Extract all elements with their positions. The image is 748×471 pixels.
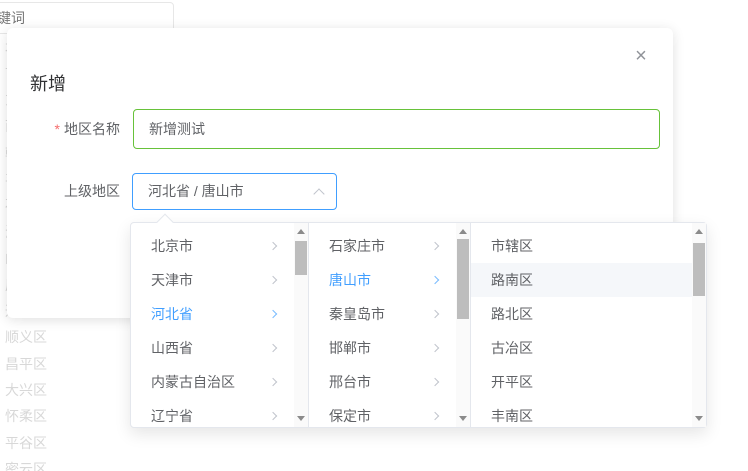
cascader-option[interactable]: 古冶区: [471, 331, 692, 365]
scroll-down-button[interactable]: [294, 411, 308, 425]
cascader-option[interactable]: 市辖区: [471, 229, 692, 263]
cascader-option[interactable]: 邢台市: [309, 365, 456, 399]
scroll-down-button[interactable]: [692, 411, 706, 425]
cascader-dropdown: 北京市天津市河北省山西省内蒙古自治区辽宁省 石家庄市唐山市秦皇岛市邯郸市邢台市保…: [130, 222, 707, 428]
scrollbar-thumb[interactable]: [457, 239, 469, 319]
scrollbar-thumb[interactable]: [693, 243, 705, 296]
parent-region-label: 上级地区: [20, 172, 120, 210]
cascader-option[interactable]: 河北省: [131, 297, 294, 331]
parent-region-value: 河北省 / 唐山市: [148, 174, 244, 209]
region-name-input[interactable]: [133, 109, 660, 149]
cascader-option[interactable]: 开平区: [471, 365, 692, 399]
cascader-option[interactable]: 路南区: [471, 263, 692, 297]
cascader-option[interactable]: 路北区: [471, 297, 692, 331]
scroll-up-button[interactable]: [456, 225, 470, 239]
cascader-option[interactable]: 天津市: [131, 263, 294, 297]
chevron-right-icon: [269, 276, 277, 284]
scrollbar[interactable]: [692, 223, 706, 427]
cascader-panel-cities: 石家庄市唐山市秦皇岛市邯郸市邢台市保定市: [309, 223, 471, 427]
chevron-up-icon: [313, 188, 324, 199]
chevron-right-icon: [269, 310, 277, 318]
cascader-option[interactable]: 北京市: [131, 229, 294, 263]
chevron-right-icon: [431, 344, 439, 352]
parent-region-select[interactable]: 河北省 / 唐山市: [132, 173, 337, 210]
chevron-right-icon: [431, 310, 439, 318]
close-button[interactable]: ×: [629, 44, 653, 68]
background-list-item: 密云区: [5, 456, 125, 471]
background-list-item: 昌平区: [5, 351, 125, 377]
background-list-item: 怀柔区: [5, 403, 125, 429]
scrollbar[interactable]: [456, 223, 470, 427]
background-list-item: 大兴区: [5, 377, 125, 403]
cascader-panel-provinces: 北京市天津市河北省山西省内蒙古自治区辽宁省: [131, 223, 309, 427]
scroll-up-button[interactable]: [692, 225, 706, 239]
cascader-option[interactable]: 山西省: [131, 331, 294, 365]
close-icon: ×: [635, 45, 647, 67]
cascader-option[interactable]: 内蒙古自治区: [131, 365, 294, 399]
cascader-option[interactable]: 邯郸市: [309, 331, 456, 365]
chevron-right-icon: [269, 378, 277, 386]
chevron-right-icon: [431, 412, 439, 420]
required-asterisk: *: [55, 121, 60, 137]
scroll-up-button[interactable]: [294, 225, 308, 239]
chevron-right-icon: [269, 412, 277, 420]
region-name-label: *地区名称: [20, 109, 120, 149]
background-list-item: 顺义区: [5, 324, 125, 350]
cascader-option[interactable]: 丰南区: [471, 399, 692, 427]
page: 北京市市辖区东城区西城区朝阳区丰台区石景山区海淀区门头沟区房山区通州区顺义区昌平…: [0, 0, 748, 471]
scrollbar-thumb[interactable]: [295, 241, 307, 275]
chevron-right-icon: [431, 276, 439, 284]
scrollbar[interactable]: [294, 223, 308, 427]
cascader-option[interactable]: 辽宁省: [131, 399, 294, 427]
cascader-option[interactable]: 秦皇岛市: [309, 297, 456, 331]
chevron-right-icon: [269, 344, 277, 352]
chevron-right-icon: [431, 378, 439, 386]
scroll-down-button[interactable]: [456, 411, 470, 425]
background-list-item: 平谷区: [5, 430, 125, 456]
cascader-option[interactable]: 唐山市: [309, 263, 456, 297]
chevron-right-icon: [431, 242, 439, 250]
cascader-option[interactable]: 石家庄市: [309, 229, 456, 263]
dialog-title: 新增: [30, 70, 66, 96]
cascader-option[interactable]: 保定市: [309, 399, 456, 427]
cascader-panel-districts: 市辖区路南区路北区古冶区开平区丰南区: [471, 223, 706, 427]
chevron-right-icon: [269, 242, 277, 250]
